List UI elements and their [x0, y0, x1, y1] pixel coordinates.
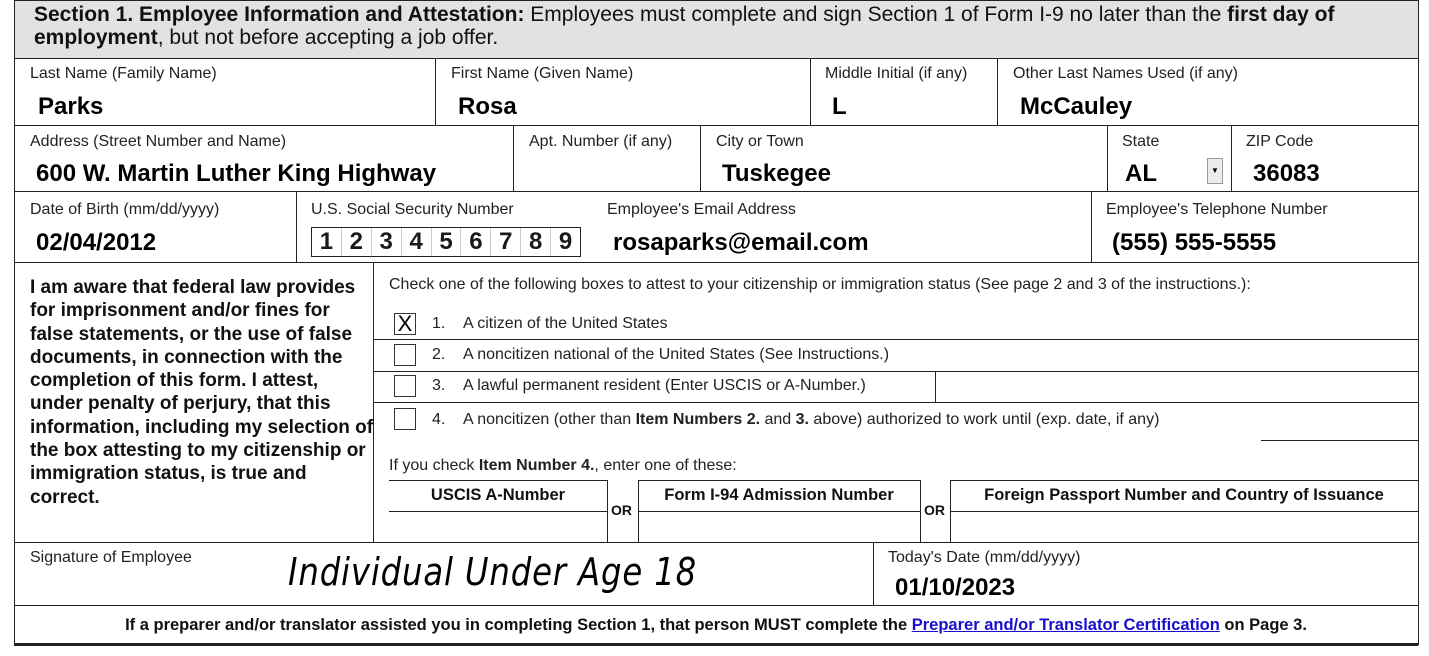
divider	[14, 58, 1418, 59]
ssn-digit[interactable]: 5	[432, 228, 462, 256]
phone-label: Employee's Telephone Number	[1106, 201, 1328, 218]
address-label: Address (Street Number and Name)	[30, 133, 287, 150]
frame-bottom	[14, 643, 1418, 646]
last-name-field[interactable]: Parks	[38, 93, 103, 121]
divider	[373, 402, 1418, 403]
zip-label: ZIP Code	[1246, 133, 1314, 150]
option-permanent-resident: 3. A lawful permanent resident (Enter USC…	[432, 377, 866, 394]
divider	[873, 542, 874, 605]
city-field[interactable]: Tuskegee	[722, 160, 831, 188]
divider	[373, 339, 1418, 340]
divider	[638, 480, 920, 481]
chevron-down-icon: ▼	[1211, 166, 1219, 175]
first-name-field[interactable]: Rosa	[458, 93, 517, 121]
ssn-digit[interactable]: 1	[312, 228, 342, 256]
or-label: OR	[924, 502, 945, 518]
ssn-digit[interactable]: 6	[461, 228, 492, 256]
divider	[810, 58, 811, 125]
section-header-text: Section 1. Employee Information and Atte…	[34, 3, 1335, 49]
divider	[14, 125, 1418, 126]
divider	[997, 58, 998, 125]
signature-label: Signature of Employee	[30, 549, 192, 566]
ssn-digit[interactable]: 8	[521, 228, 552, 256]
divider	[1107, 125, 1108, 191]
attestation-statement: I am aware that federal law provides for…	[30, 277, 374, 508]
state-label: State	[1122, 133, 1160, 150]
dob-field[interactable]: 02/04/2012	[36, 229, 156, 257]
other-last-names-field[interactable]: McCauley	[1020, 93, 1132, 121]
item4-instruction: If you check Item Number 4., enter one o…	[389, 457, 737, 474]
uscis-a-number-header: USCIS A-Number	[430, 486, 566, 504]
divider	[1091, 191, 1092, 262]
uscis-a-number-input[interactable]	[390, 512, 606, 541]
preparer-notice: If a preparer and/or translator assisted…	[125, 616, 1307, 634]
ssn-digit[interactable]: 3	[372, 228, 402, 256]
checkbox-noncitizen-national[interactable]	[394, 344, 416, 366]
email-field[interactable]: rosaparks@email.com	[613, 229, 869, 257]
ssn-digit[interactable]: 7	[491, 228, 522, 256]
last-name-label: Last Name (Family Name)	[30, 65, 217, 82]
option-authorized-alien: 4. A noncitizen (other than Item Numbers …	[432, 411, 1160, 428]
divider	[513, 125, 514, 191]
ssn-label: U.S. Social Security Number	[311, 201, 514, 218]
todays-date-field[interactable]: 01/10/2023	[895, 574, 1015, 602]
first-name-label: First Name (Given Name)	[451, 65, 634, 82]
divider	[14, 542, 1418, 543]
apt-number-label: Apt. Number (if any)	[529, 133, 673, 150]
state-dropdown-button[interactable]: ▼	[1207, 158, 1223, 184]
phone-field[interactable]: (555) 555-5555	[1112, 229, 1276, 257]
email-label: Employee's Email Address	[607, 201, 796, 218]
frame-right-lower	[1418, 605, 1419, 645]
divider	[14, 191, 1418, 192]
checkbox-citizen[interactable]: X	[394, 313, 416, 335]
middle-initial-label: Middle Initial (if any)	[825, 65, 968, 82]
ssn-digit[interactable]: 9	[551, 228, 580, 256]
divider	[296, 191, 297, 262]
address-field[interactable]: 600 W. Martin Luther King Highway	[36, 160, 436, 188]
divider	[950, 480, 1418, 481]
section-label: Section 1. Employee Information and Atte…	[34, 3, 525, 26]
todays-date-label: Today's Date (mm/dd/yyyy)	[888, 549, 1081, 566]
divider	[14, 605, 1418, 606]
state-select[interactable]: AL	[1125, 160, 1157, 188]
city-label: City or Town	[716, 133, 804, 150]
exp-date-line	[1261, 440, 1418, 441]
divider	[389, 480, 607, 481]
or-label: OR	[611, 502, 632, 518]
other-last-names-label: Other Last Names Used (if any)	[1013, 65, 1238, 82]
divider	[435, 58, 436, 125]
i94-number-header: Form I-94 Admission Number	[664, 486, 894, 504]
ssn-digit[interactable]: 2	[342, 228, 372, 256]
frame-top	[14, 0, 1418, 1]
option-noncitizen-national: 2. A noncitizen national of the United St…	[432, 346, 890, 363]
middle-initial-field[interactable]: L	[832, 93, 847, 121]
signature-field[interactable]: Individual Under Age 18	[288, 550, 697, 594]
frame-right	[1418, 0, 1419, 616]
dob-label: Date of Birth (mm/dd/yyyy)	[30, 201, 220, 218]
apt-number-field[interactable]	[529, 160, 694, 186]
status-instruction: Check one of the following boxes to atte…	[389, 276, 1251, 293]
divider	[700, 125, 701, 191]
divider	[1231, 125, 1232, 191]
foreign-passport-input[interactable]	[951, 512, 1417, 541]
frame-left	[14, 0, 15, 616]
exp-date-input[interactable]	[1261, 412, 1418, 440]
i94-number-input[interactable]	[639, 512, 919, 541]
ssn-digit[interactable]: 4	[402, 228, 432, 256]
uscis-number-input-opt3[interactable]	[936, 372, 1417, 401]
ssn-field[interactable]: 1 2 3 4 5 6 7 8 9	[311, 227, 581, 257]
section-header: Section 1. Employee Information and Atte…	[14, 0, 1418, 58]
checkbox-authorized-alien[interactable]	[394, 408, 416, 430]
divider	[607, 480, 608, 542]
zip-field[interactable]: 36083	[1253, 160, 1320, 188]
foreign-passport-header: Foreign Passport Number and Country of I…	[984, 486, 1384, 504]
divider	[14, 262, 1418, 263]
preparer-certification-link[interactable]: Preparer and/or Translator Certification	[912, 616, 1220, 634]
divider	[920, 480, 921, 542]
checkbox-permanent-resident[interactable]	[394, 375, 416, 397]
option-citizen: 1. A citizen of the United States	[432, 315, 668, 332]
